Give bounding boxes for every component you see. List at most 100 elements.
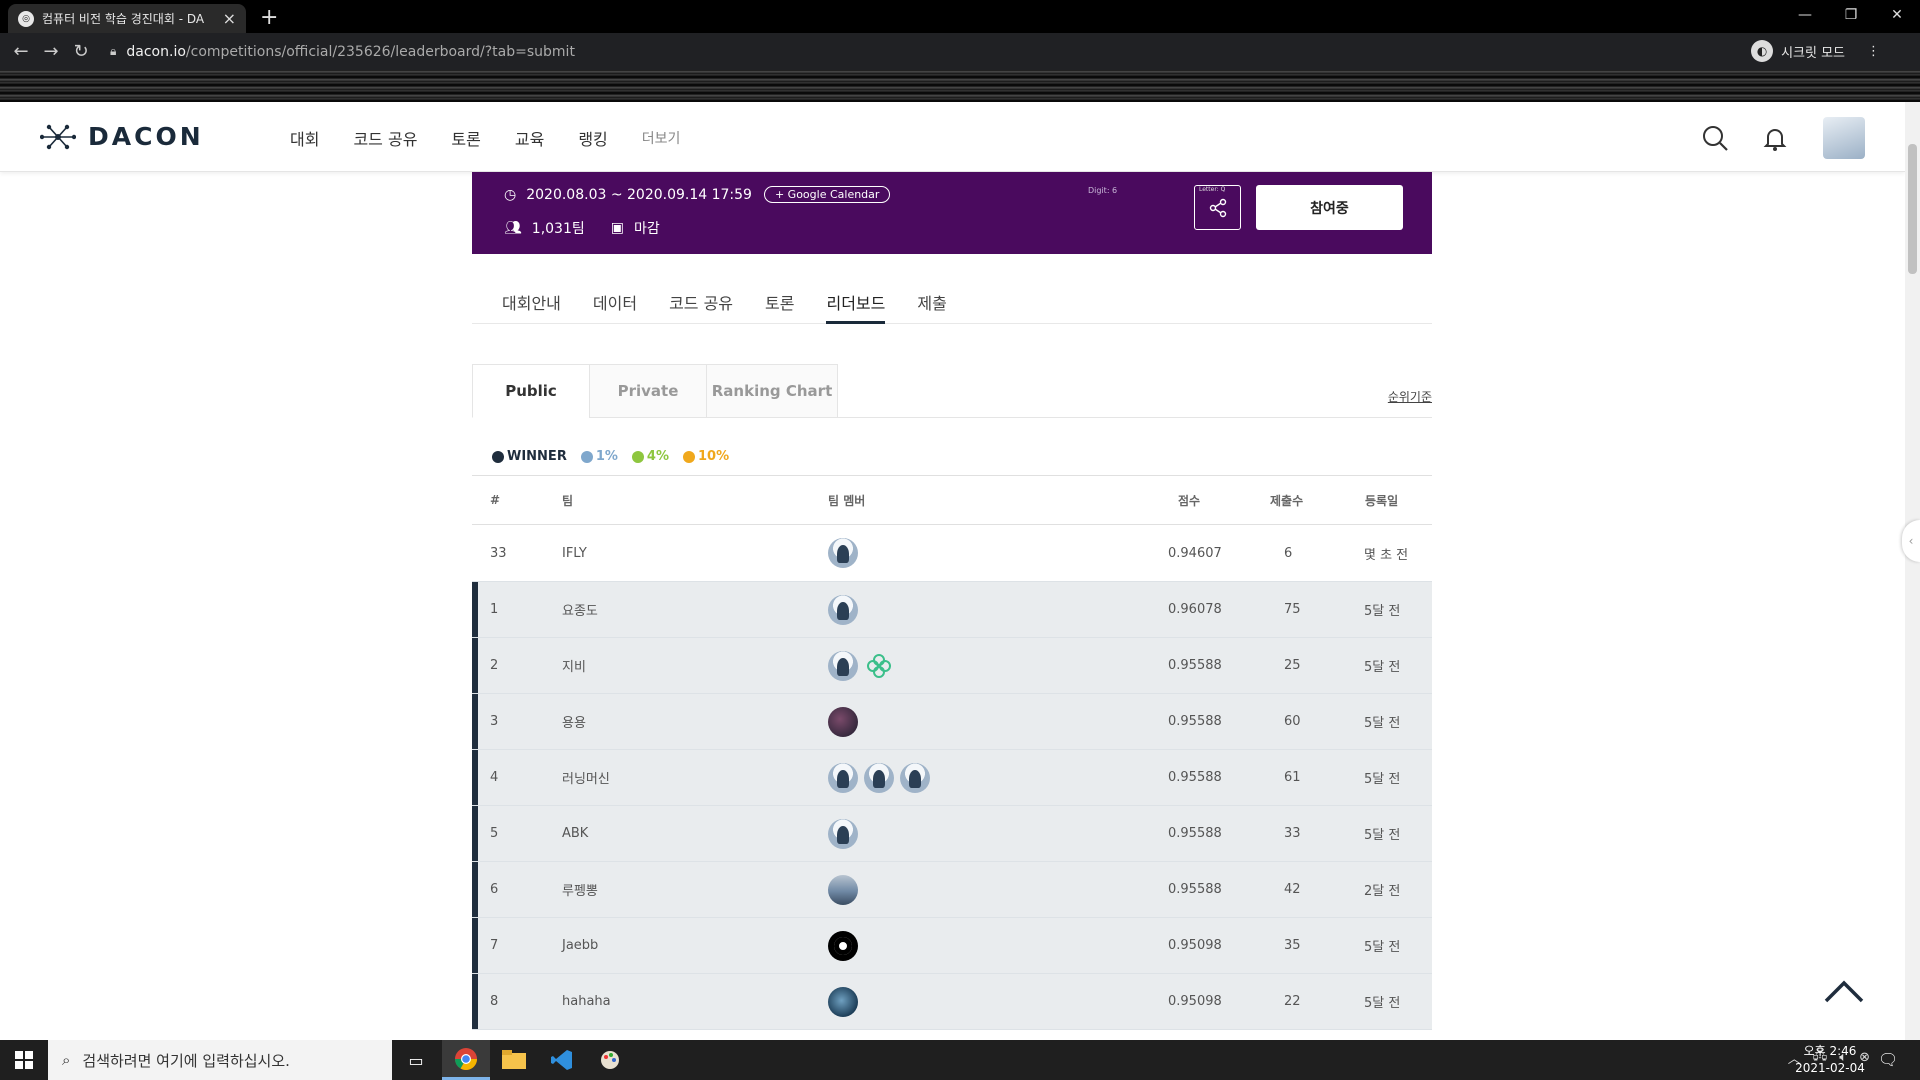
member-avatar[interactable]: [828, 818, 858, 849]
nav-competitions[interactable]: 대회: [290, 126, 319, 150]
member-avatar[interactable]: [828, 650, 858, 681]
taskbar-search-icon: ⌕: [62, 1051, 71, 1069]
registered-date: 2달 전: [1364, 884, 1401, 899]
score-cell: 0.94607: [1168, 545, 1222, 561]
user-avatar[interactable]: [1823, 117, 1865, 159]
taskbar-clock[interactable]: 오후 2:46 2021-02-04: [1790, 1043, 1870, 1077]
nav-code-share[interactable]: 코드 공유: [353, 126, 417, 150]
ranking-criteria-link[interactable]: 순위기준: [1388, 388, 1432, 405]
member-avatar[interactable]: [900, 762, 930, 793]
search-icon[interactable]: [1701, 124, 1729, 152]
header-rank: #: [490, 493, 501, 507]
banner-digit-caption: Digit: 6: [1088, 186, 1118, 195]
google-calendar-button[interactable]: + Google Calendar: [763, 186, 891, 203]
new-tab-icon[interactable]: +: [260, 5, 278, 30]
team-name[interactable]: hahaha: [562, 974, 611, 1029]
calendar-icon: ▣: [610, 220, 624, 236]
task-view-icon[interactable]: ▭: [392, 1040, 440, 1080]
nav-ranking[interactable]: 랭킹: [578, 126, 607, 150]
member-avatar[interactable]: [828, 762, 858, 793]
scroll-to-top-icon[interactable]: [1822, 975, 1866, 1005]
reload-icon[interactable]: ↻: [66, 41, 96, 62]
url-path: /competitions/official/235626/leaderboar…: [185, 43, 575, 60]
member-avatar[interactable]: [864, 762, 894, 793]
windows-start-icon[interactable]: [0, 1040, 48, 1080]
menu-kebab-icon[interactable]: ⋮: [1867, 44, 1880, 59]
tab-ranking-chart[interactable]: Ranking Chart: [706, 364, 838, 418]
notification-center-icon[interactable]: 🗨︎: [1878, 1050, 1898, 1069]
my-team-row[interactable]: 33 IFLY 0.94607 6 몇 초 전: [472, 525, 1432, 582]
table-row[interactable]: 4 러닝머신 0.95588 61 5달 전: [472, 750, 1432, 806]
table-row[interactable]: 6 루펭뽕 0.95588 42 2달 전: [472, 862, 1432, 918]
registered-date: 5달 전: [1364, 772, 1401, 787]
page-scrollbar[interactable]: [1905, 102, 1920, 1040]
scrollbar-thumb[interactable]: [1908, 144, 1917, 274]
minimize-icon[interactable]: —: [1782, 0, 1828, 30]
tab-leaderboard[interactable]: 리더보드: [826, 290, 886, 324]
join-button[interactable]: 참여중: [1256, 185, 1403, 230]
rank-cell: 6: [490, 882, 499, 897]
team-name[interactable]: 요종도: [562, 582, 598, 637]
team-name[interactable]: 지비: [562, 638, 586, 693]
team-name[interactable]: ABK: [562, 806, 588, 861]
taskbar-search-placeholder: 검색하려면 여기에 입력하십시오.: [82, 1051, 290, 1070]
restore-icon[interactable]: ❐: [1828, 0, 1874, 30]
table-row[interactable]: 8 hahaha 0.95098 22 5달 전: [472, 974, 1432, 1030]
team-name[interactable]: 루펭뽕: [562, 862, 598, 917]
table-row[interactable]: 1 요종도 0.96078 75 5달 전: [472, 582, 1432, 638]
address-bar[interactable]: 🔒︎ dacon.io/competitions/official/235626…: [110, 37, 1800, 66]
forward-icon[interactable]: →: [36, 41, 66, 62]
team-name[interactable]: 러닝머신: [562, 750, 610, 805]
paint-app-icon[interactable]: [586, 1040, 634, 1080]
team-members: [828, 694, 858, 749]
github-avatar-icon[interactable]: [828, 930, 858, 961]
member-avatar[interactable]: [828, 538, 858, 568]
tab-overview[interactable]: 대회안내: [502, 290, 561, 324]
team-name[interactable]: IFLY: [562, 525, 587, 581]
file-explorer-icon[interactable]: [490, 1040, 538, 1080]
close-window-icon[interactable]: ✕: [1874, 0, 1920, 30]
submission-count: 42: [1284, 882, 1301, 897]
header-submissions: 제출수: [1270, 493, 1304, 508]
member-avatar[interactable]: [828, 594, 858, 625]
back-icon[interactable]: ←: [6, 41, 36, 62]
table-row[interactable]: 3 용용 0.95588 60 5달 전: [472, 694, 1432, 750]
browser-tab[interactable]: ◎ 컴퓨터 비전 학습 경진대회 - DA ×: [8, 4, 246, 33]
team-members: [828, 862, 858, 917]
clover-avatar-icon[interactable]: [864, 651, 894, 681]
nav-education[interactable]: 교육: [515, 126, 544, 150]
bell-icon[interactable]: [1761, 124, 1789, 152]
member-avatar[interactable]: [828, 874, 858, 905]
render-artifact-band: [0, 70, 1920, 102]
member-avatar[interactable]: [828, 986, 858, 1017]
legend-1pct: 1%: [580, 449, 618, 464]
submission-count: 22: [1284, 994, 1301, 1009]
team-name[interactable]: Jaebb: [562, 918, 598, 973]
tab-code-share[interactable]: 코드 공유: [669, 290, 733, 324]
tab-private[interactable]: Private: [589, 364, 707, 418]
taskbar-search[interactable]: ⌕ 검색하려면 여기에 입력하십시오.: [48, 1040, 392, 1080]
close-tab-icon[interactable]: ×: [223, 9, 236, 28]
table-row[interactable]: 5 ABK 0.95588 33 5달 전: [472, 806, 1432, 862]
table-row[interactable]: 7 Jaebb 0.95098 35 5달 전: [472, 918, 1432, 974]
rank-cell: 33: [490, 545, 507, 561]
tab-discussion[interactable]: 토론: [765, 290, 794, 324]
tab-data[interactable]: 데이터: [593, 290, 637, 324]
team-count: 1,031팀: [531, 221, 585, 237]
score-cell: 0.95098: [1168, 938, 1222, 953]
submission-count: 61: [1284, 770, 1301, 785]
member-avatar[interactable]: [828, 706, 858, 737]
share-button[interactable]: Letter: Q: [1194, 185, 1241, 230]
nav-more[interactable]: 더보기: [642, 126, 681, 150]
chrome-app-icon[interactable]: [442, 1040, 490, 1080]
vscode-icon[interactable]: [538, 1040, 586, 1080]
team-name[interactable]: 용용: [562, 694, 586, 749]
tab-public[interactable]: Public: [472, 364, 590, 418]
site-favicon-icon: ◎: [18, 10, 34, 27]
nav-discussion[interactable]: 토론: [451, 126, 480, 150]
dacon-logo[interactable]: DACON: [40, 122, 204, 151]
incognito-badge[interactable]: ◐ 시크릿 모드 ⋮: [1751, 37, 1880, 65]
tab-submit[interactable]: 제출: [917, 290, 946, 324]
table-row[interactable]: 2 지비 0.95588 25 5달 전: [472, 638, 1432, 694]
logo-text: DACON: [88, 122, 204, 151]
